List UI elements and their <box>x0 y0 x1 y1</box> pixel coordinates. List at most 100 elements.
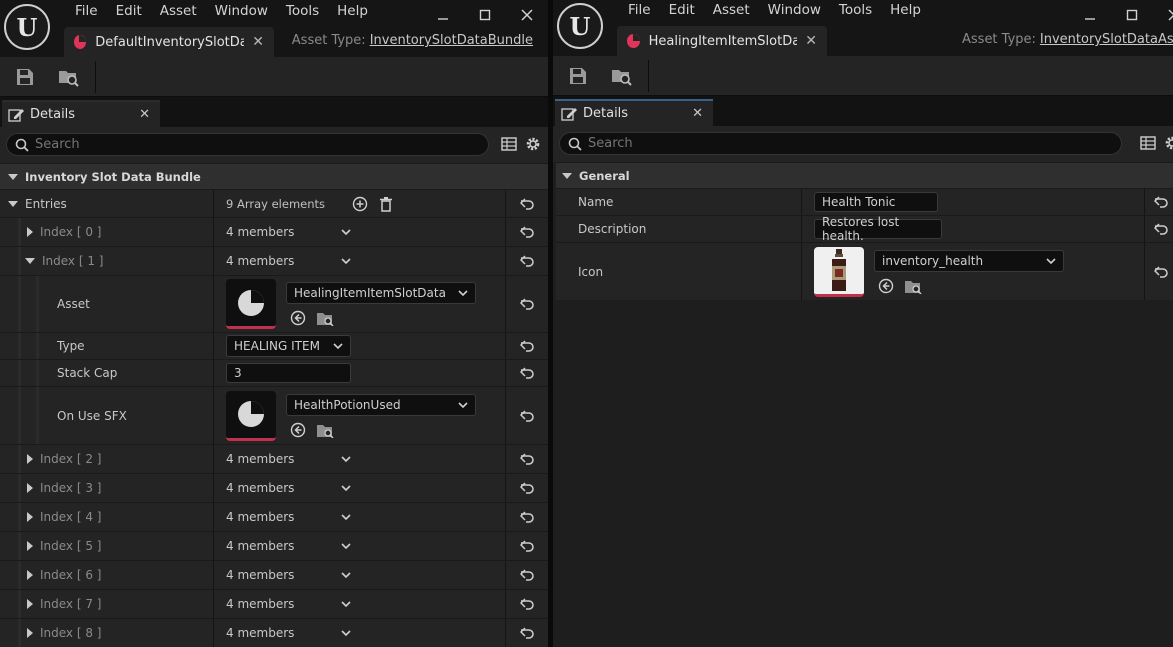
members-dropdown[interactable]: 4 members <box>226 452 351 466</box>
menu-tools[interactable]: Tools <box>277 2 328 20</box>
expand-arrow-icon[interactable] <box>27 227 33 237</box>
minimize-button[interactable] <box>1069 4 1111 26</box>
expand-arrow-icon[interactable] <box>562 172 572 179</box>
browse-asset-icon[interactable] <box>316 310 334 326</box>
reset-to-default-icon[interactable] <box>520 197 534 210</box>
reset-to-default-icon[interactable] <box>520 453 534 465</box>
reset-to-default-icon[interactable] <box>1153 223 1168 235</box>
menu-file[interactable]: File <box>66 2 107 20</box>
reset-to-default-icon[interactable] <box>520 255 534 267</box>
expand-arrow-icon[interactable] <box>27 454 33 464</box>
expand-arrow-icon[interactable] <box>27 512 33 522</box>
details-panel-tab[interactable]: Details ✕ <box>555 99 713 126</box>
members-dropdown[interactable]: 4 members <box>226 510 351 524</box>
asset-type-link[interactable]: InventorySlotDataBundle <box>370 33 533 48</box>
stack-cap-input[interactable]: 3 <box>226 363 351 383</box>
table-view-icon[interactable] <box>1139 134 1157 152</box>
maximize-button[interactable] <box>464 4 506 26</box>
search-input[interactable] <box>35 137 438 152</box>
menu-asset[interactable]: Asset <box>704 1 759 19</box>
browse-button[interactable] <box>611 66 633 86</box>
members-dropdown[interactable]: 4 members <box>226 254 351 268</box>
reset-to-default-icon[interactable] <box>520 226 534 238</box>
members-dropdown[interactable]: 4 members <box>226 225 351 239</box>
delete-all-icon[interactable] <box>378 196 394 212</box>
search-input[interactable] <box>588 136 1059 151</box>
table-view-icon[interactable] <box>500 135 518 153</box>
asset-type-link[interactable]: InventorySlotDataAsset <box>1040 32 1173 47</box>
sfx-thumbnail[interactable] <box>226 390 276 441</box>
close-window-button[interactable] <box>506 4 548 26</box>
menu-help[interactable]: Help <box>881 1 930 19</box>
document-tab[interactable]: DefaultInventorySlotDat... ✕ <box>64 27 274 57</box>
menu-tools[interactable]: Tools <box>830 1 881 19</box>
search-box[interactable] <box>559 132 1122 155</box>
close-window-button[interactable] <box>1153 4 1173 26</box>
minimize-button[interactable] <box>422 4 464 26</box>
menu-file[interactable]: File <box>619 1 660 19</box>
reset-to-default-icon[interactable] <box>520 627 534 639</box>
members-dropdown[interactable]: 4 members <box>226 568 351 582</box>
reset-to-default-icon[interactable] <box>520 511 534 523</box>
reset-to-default-icon[interactable] <box>520 409 534 422</box>
settings-gear-icon[interactable] <box>524 135 542 153</box>
name-input[interactable]: Health Tonic <box>814 192 938 212</box>
asset-picker-combo[interactable]: HealingItemItemSlotData <box>286 282 476 304</box>
details-panel-tab[interactable]: Details ✕ <box>2 100 160 127</box>
sfx-picker-combo[interactable]: HealthPotionUsed <box>286 393 476 416</box>
category-header[interactable]: Inventory Slot Data Bundle <box>0 163 548 189</box>
menu-edit[interactable]: Edit <box>660 1 704 19</box>
icon-picker-combo[interactable]: inventory_health <box>874 249 1064 272</box>
asset-thumbnail[interactable] <box>226 279 276 329</box>
menu-edit[interactable]: Edit <box>107 2 151 20</box>
expand-arrow-icon[interactable] <box>27 483 33 493</box>
close-panel-icon[interactable]: ✕ <box>692 106 703 121</box>
expand-arrow-icon[interactable] <box>8 173 18 180</box>
use-selected-icon[interactable] <box>290 422 306 438</box>
members-dropdown[interactable]: 4 members <box>226 597 351 611</box>
use-selected-icon[interactable] <box>290 310 306 326</box>
reset-to-default-icon[interactable] <box>520 367 534 379</box>
reset-to-default-icon[interactable] <box>1153 196 1168 208</box>
menu-window[interactable]: Window <box>759 1 830 19</box>
reset-to-default-icon[interactable] <box>520 482 534 494</box>
members-dropdown[interactable]: 4 members <box>226 626 351 640</box>
expand-arrow-icon[interactable] <box>27 628 33 638</box>
search-box[interactable] <box>6 133 489 156</box>
browse-asset-icon[interactable] <box>316 422 334 438</box>
reset-to-default-icon[interactable] <box>520 598 534 610</box>
reset-to-default-icon[interactable] <box>1153 265 1168 278</box>
document-tab[interactable]: HealingItemItemSlotData ✕ <box>617 26 827 56</box>
icon-texture-thumbnail[interactable] <box>814 246 864 297</box>
browse-asset-icon[interactable] <box>904 278 922 294</box>
unreal-logo-icon[interactable]: U <box>557 3 603 49</box>
close-panel-icon[interactable]: ✕ <box>139 107 150 122</box>
save-button[interactable] <box>14 67 36 87</box>
expand-arrow-icon[interactable] <box>8 200 18 207</box>
menu-window[interactable]: Window <box>206 2 277 20</box>
close-tab-icon[interactable]: ✕ <box>797 33 817 49</box>
unreal-logo-icon[interactable]: U <box>4 4 50 50</box>
expand-arrow-icon[interactable] <box>27 541 33 551</box>
category-header[interactable]: General <box>556 162 1173 188</box>
expand-arrow-icon[interactable] <box>27 570 33 580</box>
reset-to-default-icon[interactable] <box>520 569 534 581</box>
close-tab-icon[interactable]: ✕ <box>244 34 264 50</box>
expand-arrow-icon[interactable] <box>27 599 33 609</box>
add-element-icon[interactable] <box>352 196 368 212</box>
members-dropdown[interactable]: 4 members <box>226 481 351 495</box>
description-input[interactable]: Restores lost health. <box>814 215 942 243</box>
reset-to-default-icon[interactable] <box>520 298 534 310</box>
use-selected-icon[interactable] <box>878 278 894 294</box>
settings-gear-icon[interactable] <box>1163 134 1173 152</box>
reset-to-default-icon[interactable] <box>520 540 534 552</box>
browse-button[interactable] <box>58 67 80 87</box>
menu-asset[interactable]: Asset <box>151 2 206 20</box>
maximize-button[interactable] <box>1111 4 1153 26</box>
menu-help[interactable]: Help <box>328 2 377 20</box>
save-button[interactable] <box>567 66 589 86</box>
reset-to-default-icon[interactable] <box>520 340 534 352</box>
expand-arrow-icon[interactable] <box>25 258 35 264</box>
members-dropdown[interactable]: 4 members <box>226 539 351 553</box>
type-dropdown[interactable]: HEALING ITEM <box>226 335 351 357</box>
